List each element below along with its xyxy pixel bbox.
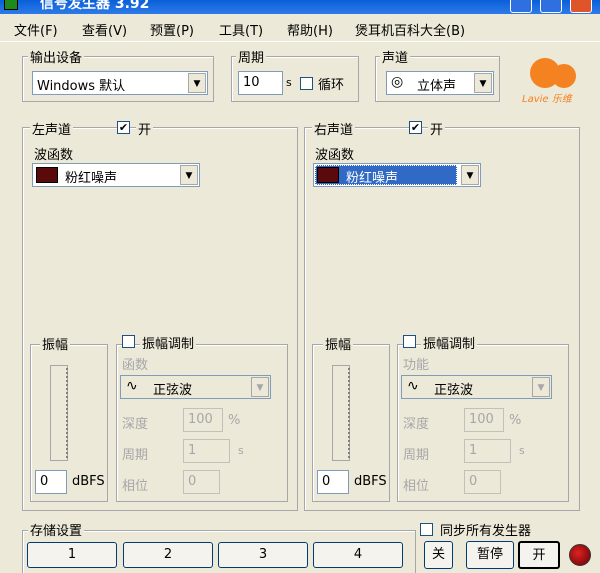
left-function-select[interactable]: ∿ 正弦波 ▼	[120, 375, 271, 399]
menu-tools[interactable]: 工具(T)	[219, 20, 263, 39]
left-amplitude-unit: dBFS	[72, 474, 105, 489]
left-wave-label: 波函数	[34, 148, 74, 163]
menu-preset[interactable]: 预置(P)	[150, 20, 194, 39]
output-device-select[interactable]: Windows 默认 ▼	[32, 71, 208, 95]
noise-wave-icon	[36, 167, 58, 183]
left-amplitude-input[interactable]: 0	[35, 470, 67, 494]
right-phase-input[interactable]: 0	[464, 470, 501, 494]
menu-bar: 文件(F) 查看(V) 预置(P) 工具(T) 帮助(H) 煲耳机百科大全(B)	[0, 14, 600, 42]
storage-slot-4-button[interactable]: 4	[313, 542, 403, 568]
channel-mode-legend: 声道	[380, 47, 411, 66]
lavie-logo: Lavie 乐维	[520, 54, 586, 108]
period-unit: s	[286, 76, 292, 89]
right-depth-unit: %	[509, 413, 522, 428]
right-function-label: 功能	[403, 358, 430, 373]
left-period-label: 周期	[122, 448, 149, 463]
left-amplitude-legend: 振幅	[40, 334, 71, 353]
maximize-button[interactable]	[540, 0, 562, 13]
loop-label: 循环	[318, 78, 345, 93]
left-modulation-checkbox[interactable]	[122, 335, 135, 348]
menu-file[interactable]: 文件(F)	[14, 20, 58, 39]
chevron-down-icon[interactable]: ▼	[474, 73, 492, 93]
channel-mode-select[interactable]: ◎ 立体声 ▼	[386, 71, 494, 95]
right-amplitude-unit: dBFS	[354, 474, 387, 489]
storage-slot-3-button[interactable]: 3	[218, 542, 308, 568]
sync-checkbox[interactable]	[420, 523, 433, 536]
left-phase-label: 相位	[122, 479, 149, 494]
logo-mark-secondary-icon	[552, 64, 576, 88]
right-function-value: 正弦波	[434, 383, 474, 398]
left-depth-label: 深度	[122, 417, 149, 432]
right-modulation-label: 振幅调制	[421, 333, 478, 352]
left-wave-value: 粉红噪声	[65, 171, 118, 186]
channel-mode-value: 立体声	[417, 79, 457, 94]
right-period-label: 周期	[403, 448, 430, 463]
app-icon	[4, 0, 18, 10]
left-period-input[interactable]: 1	[183, 439, 230, 463]
left-amplitude-ticks	[66, 368, 70, 458]
right-channel-legend: 右声道	[312, 119, 356, 138]
output-device-legend: 输出设备	[28, 47, 85, 66]
storage-slot-2-button[interactable]: 2	[123, 542, 213, 568]
sine-wave-icon: ∿	[126, 378, 138, 394]
menu-help[interactable]: 帮助(H)	[287, 20, 333, 39]
loop-checkbox[interactable]	[300, 77, 313, 90]
storage-legend: 存储设置	[28, 520, 85, 539]
right-wave-label: 波函数	[315, 148, 355, 163]
right-wave-value: 粉红噪声	[346, 171, 399, 186]
right-phase-label: 相位	[403, 479, 430, 494]
left-enable-label: 开	[136, 119, 154, 138]
menu-encyclopedia[interactable]: 煲耳机百科大全(B)	[355, 20, 465, 39]
stereo-icon: ◎	[391, 74, 404, 90]
right-modulation-checkbox[interactable]	[403, 335, 416, 348]
left-depth-input[interactable]: 100	[183, 408, 223, 432]
minimize-button[interactable]	[510, 0, 532, 13]
right-enable-checkbox[interactable]: ✔	[409, 121, 422, 134]
left-depth-unit: %	[228, 413, 241, 428]
off-button[interactable]: 关	[424, 541, 453, 569]
noise-wave-icon	[317, 167, 339, 183]
right-function-select[interactable]: ∿ 正弦波 ▼	[401, 375, 552, 399]
status-led-icon	[569, 544, 591, 566]
pause-button[interactable]: 暂停	[466, 541, 514, 569]
close-button[interactable]	[570, 0, 592, 13]
right-amplitude-legend: 振幅	[323, 334, 354, 353]
period-legend: 周期	[236, 47, 267, 66]
sine-wave-icon: ∿	[407, 378, 419, 394]
chevron-down-icon[interactable]: ▼	[251, 377, 269, 397]
sync-label: 同步所有发生器	[440, 524, 532, 539]
left-function-value: 正弦波	[153, 383, 193, 398]
right-period-input[interactable]: 1	[464, 439, 511, 463]
chevron-down-icon[interactable]: ▼	[180, 165, 198, 185]
left-enable-checkbox[interactable]: ✔	[117, 121, 130, 134]
right-period-unit: s	[519, 444, 525, 457]
storage-slot-1-button[interactable]: 1	[27, 542, 117, 568]
left-modulation-label: 振幅调制	[140, 333, 197, 352]
window-title: 信号发生器 3.92	[40, 0, 150, 12]
on-button[interactable]: 开	[518, 541, 560, 569]
chevron-down-icon[interactable]: ▼	[532, 377, 550, 397]
chevron-down-icon[interactable]: ▼	[461, 165, 479, 185]
left-channel-legend: 左声道	[30, 119, 74, 138]
left-phase-input[interactable]: 0	[183, 470, 220, 494]
title-bar: 信号发生器 3.92	[0, 0, 600, 14]
right-enable-label: 开	[428, 119, 446, 138]
left-period-unit: s	[238, 444, 244, 457]
right-depth-input[interactable]: 100	[464, 408, 504, 432]
logo-text: Lavie 乐维	[522, 94, 572, 105]
right-wave-select[interactable]: 粉红噪声 ▼	[313, 163, 481, 187]
right-amplitude-ticks	[348, 368, 352, 458]
left-wave-select[interactable]: 粉红噪声 ▼	[32, 163, 200, 187]
output-device-value: Windows 默认	[37, 79, 126, 94]
menu-view[interactable]: 查看(V)	[82, 20, 127, 39]
right-amplitude-input[interactable]: 0	[317, 470, 349, 494]
period-input[interactable]: 10	[238, 71, 283, 95]
chevron-down-icon[interactable]: ▼	[188, 73, 206, 93]
right-depth-label: 深度	[403, 417, 430, 432]
left-function-label: 函数	[122, 358, 149, 373]
